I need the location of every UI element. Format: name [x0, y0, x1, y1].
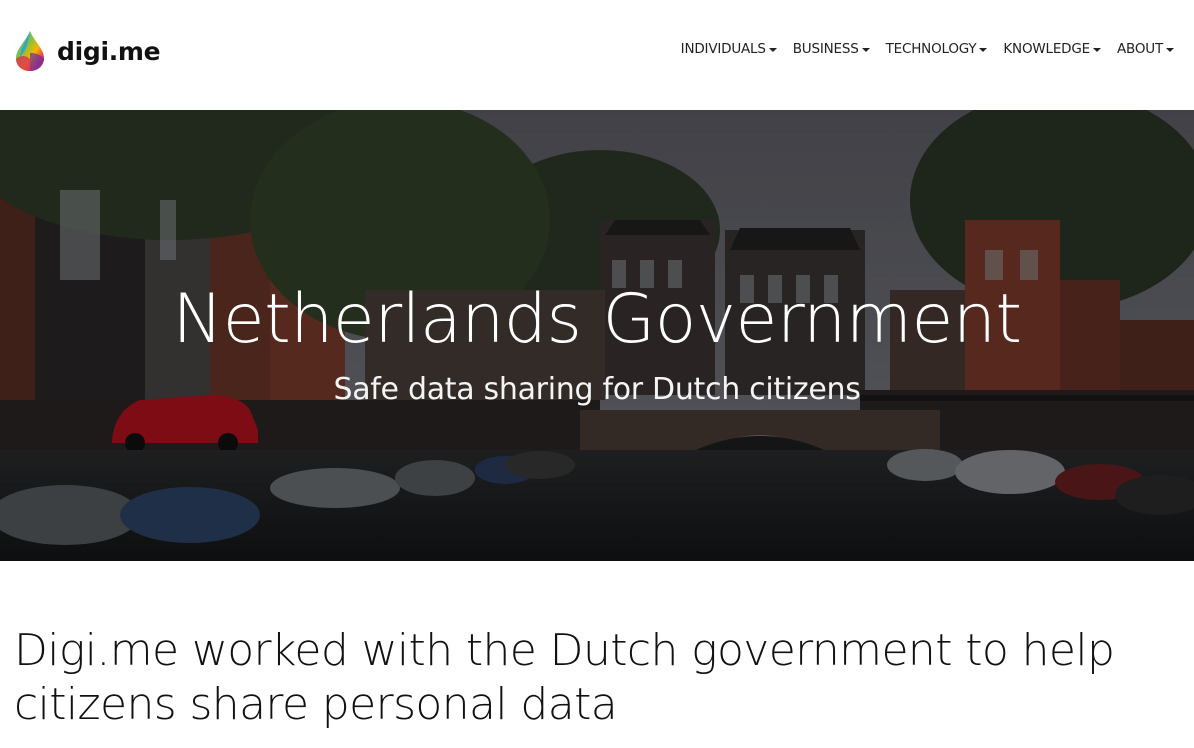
brand-logo-link[interactable]: digi.me: [14, 29, 161, 73]
hero-banner: Netherlands Government Safe data sharing…: [0, 110, 1194, 561]
nav-about[interactable]: ABOUT: [1117, 41, 1174, 57]
main-nav: INDIVIDUALS BUSINESS TECHNOLOGY KNOWLEDG…: [681, 41, 1174, 57]
nav-knowledge[interactable]: KNOWLEDGE: [1003, 41, 1101, 57]
nav-about-label: ABOUT: [1116, 41, 1163, 57]
hero-title: Netherlands Government: [172, 280, 1022, 359]
nav-technology[interactable]: TECHNOLOGY: [886, 41, 988, 57]
hero-subtitle: Safe data sharing for Dutch citizens: [333, 372, 861, 407]
nav-individuals-label: INDIVIDUALS: [680, 41, 766, 57]
digime-drop-icon: [16, 31, 44, 71]
caret-down-icon: [1092, 48, 1101, 52]
brand-name: digi.me: [57, 36, 161, 66]
nav-knowledge-label: KNOWLEDGE: [1003, 41, 1090, 57]
nav-technology-label: TECHNOLOGY: [885, 41, 977, 57]
nav-business[interactable]: BUSINESS: [793, 41, 870, 57]
caret-down-icon: [979, 48, 988, 52]
nav-individuals[interactable]: INDIVIDUALS: [681, 41, 777, 57]
page-heading: Digi.me worked with the Dutch government…: [14, 625, 1115, 730]
caret-down-icon: [861, 48, 870, 52]
caret-down-icon: [768, 48, 777, 52]
caret-down-icon: [1166, 48, 1174, 52]
nav-business-label: BUSINESS: [792, 41, 859, 57]
top-navbar: digi.me INDIVIDUALS BUSINESS TECHNOLOGY …: [0, 0, 1194, 110]
